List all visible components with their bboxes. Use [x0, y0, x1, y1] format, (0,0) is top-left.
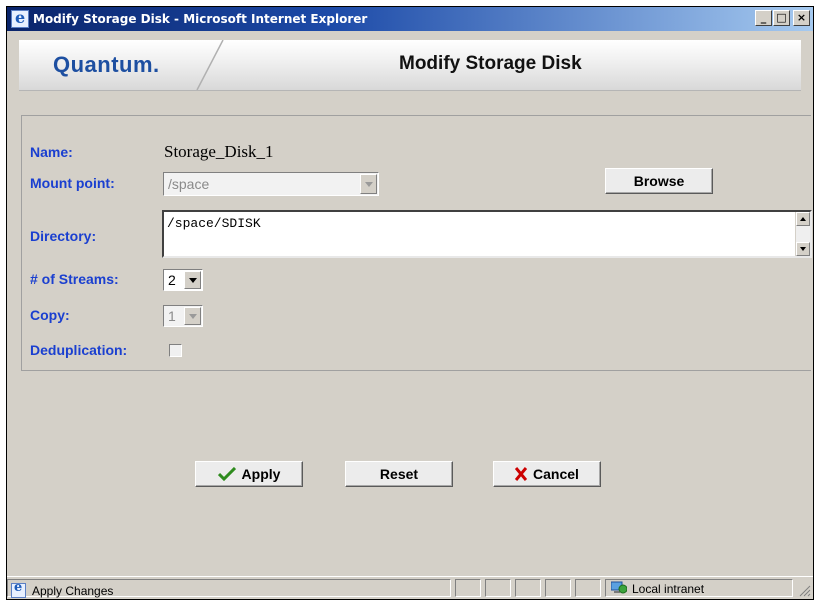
- name-value: Storage_Disk_1: [164, 142, 274, 161]
- checkmark-icon: [217, 467, 236, 481]
- browser-window: Modify Storage Disk - Microsoft Internet…: [6, 6, 814, 600]
- window-title: Modify Storage Disk - Microsoft Internet…: [33, 12, 368, 26]
- copy-select: 1: [163, 305, 203, 327]
- minimize-button[interactable]: _: [755, 10, 772, 26]
- streams-select[interactable]: 2: [163, 269, 203, 291]
- directory-label: Directory:: [30, 228, 97, 244]
- apply-label: Apply: [241, 466, 281, 482]
- window-controls: _ □ ×: [755, 10, 810, 26]
- page-content: Quantum. Modify Storage Disk Name: Stora…: [9, 31, 812, 579]
- maximize-button[interactable]: □: [773, 10, 790, 26]
- page-icon: [11, 580, 26, 598]
- scroll-up-button[interactable]: [796, 212, 810, 226]
- title-bar[interactable]: Modify Storage Disk - Microsoft Internet…: [7, 7, 813, 31]
- reset-button[interactable]: Reset: [345, 461, 453, 487]
- zone-cell: Local intranet: [605, 579, 793, 597]
- status-pane: [485, 579, 511, 597]
- streams-label: # of Streams:: [30, 271, 119, 287]
- page-title: Modify Storage Disk: [399, 53, 582, 74]
- browse-label: Browse: [633, 173, 685, 189]
- status-text: Apply Changes: [32, 584, 114, 598]
- streams-value: 2: [168, 272, 176, 288]
- copy-label: Copy:: [30, 307, 70, 323]
- status-main-cell: Apply Changes: [7, 579, 451, 598]
- header-slash-decoration: [196, 40, 224, 90]
- cancel-label: Cancel: [533, 466, 579, 482]
- name-label: Name:: [30, 144, 73, 160]
- status-pane: [455, 579, 481, 597]
- cancel-x-icon: [515, 467, 528, 481]
- zone-text: Local intranet: [632, 582, 705, 596]
- local-intranet-icon: [611, 581, 627, 594]
- deduplication-label: Deduplication:: [30, 342, 128, 358]
- deduplication-checkbox: [169, 344, 182, 357]
- form-panel: Name: Storage_Disk_1 Mount point: /space…: [21, 115, 812, 371]
- chevron-down-icon[interactable]: [184, 271, 201, 289]
- status-pane: [515, 579, 541, 597]
- scroll-down-button[interactable]: [796, 242, 810, 256]
- chevron-down-icon: [184, 307, 201, 325]
- chevron-down-icon: [360, 174, 377, 194]
- cancel-button[interactable]: Cancel: [493, 461, 601, 487]
- directory-textarea[interactable]: /space/SDISK: [162, 210, 812, 258]
- quantum-logo: Quantum.: [53, 52, 160, 77]
- close-button[interactable]: ×: [793, 10, 810, 26]
- arrow-down-icon: [800, 247, 806, 251]
- internet-explorer-icon: [11, 8, 29, 28]
- arrow-up-icon: [800, 217, 806, 221]
- copy-value: 1: [168, 308, 176, 324]
- status-pane: [545, 579, 571, 597]
- browse-button[interactable]: Browse: [605, 168, 713, 194]
- mount-point-value: /space: [168, 176, 210, 192]
- directory-value: /space/SDISK: [167, 216, 261, 231]
- directory-scrollbar[interactable]: [795, 212, 810, 256]
- resize-grip-icon[interactable]: [799, 585, 811, 597]
- page-header: Quantum. Modify Storage Disk: [19, 40, 801, 91]
- mount-point-label: Mount point:: [30, 175, 115, 191]
- apply-button[interactable]: Apply: [195, 461, 303, 487]
- reset-label: Reset: [379, 466, 419, 482]
- status-pane: [575, 579, 601, 597]
- mount-point-select: /space: [163, 172, 379, 196]
- status-bar: Apply Changes Local intranet: [7, 576, 813, 599]
